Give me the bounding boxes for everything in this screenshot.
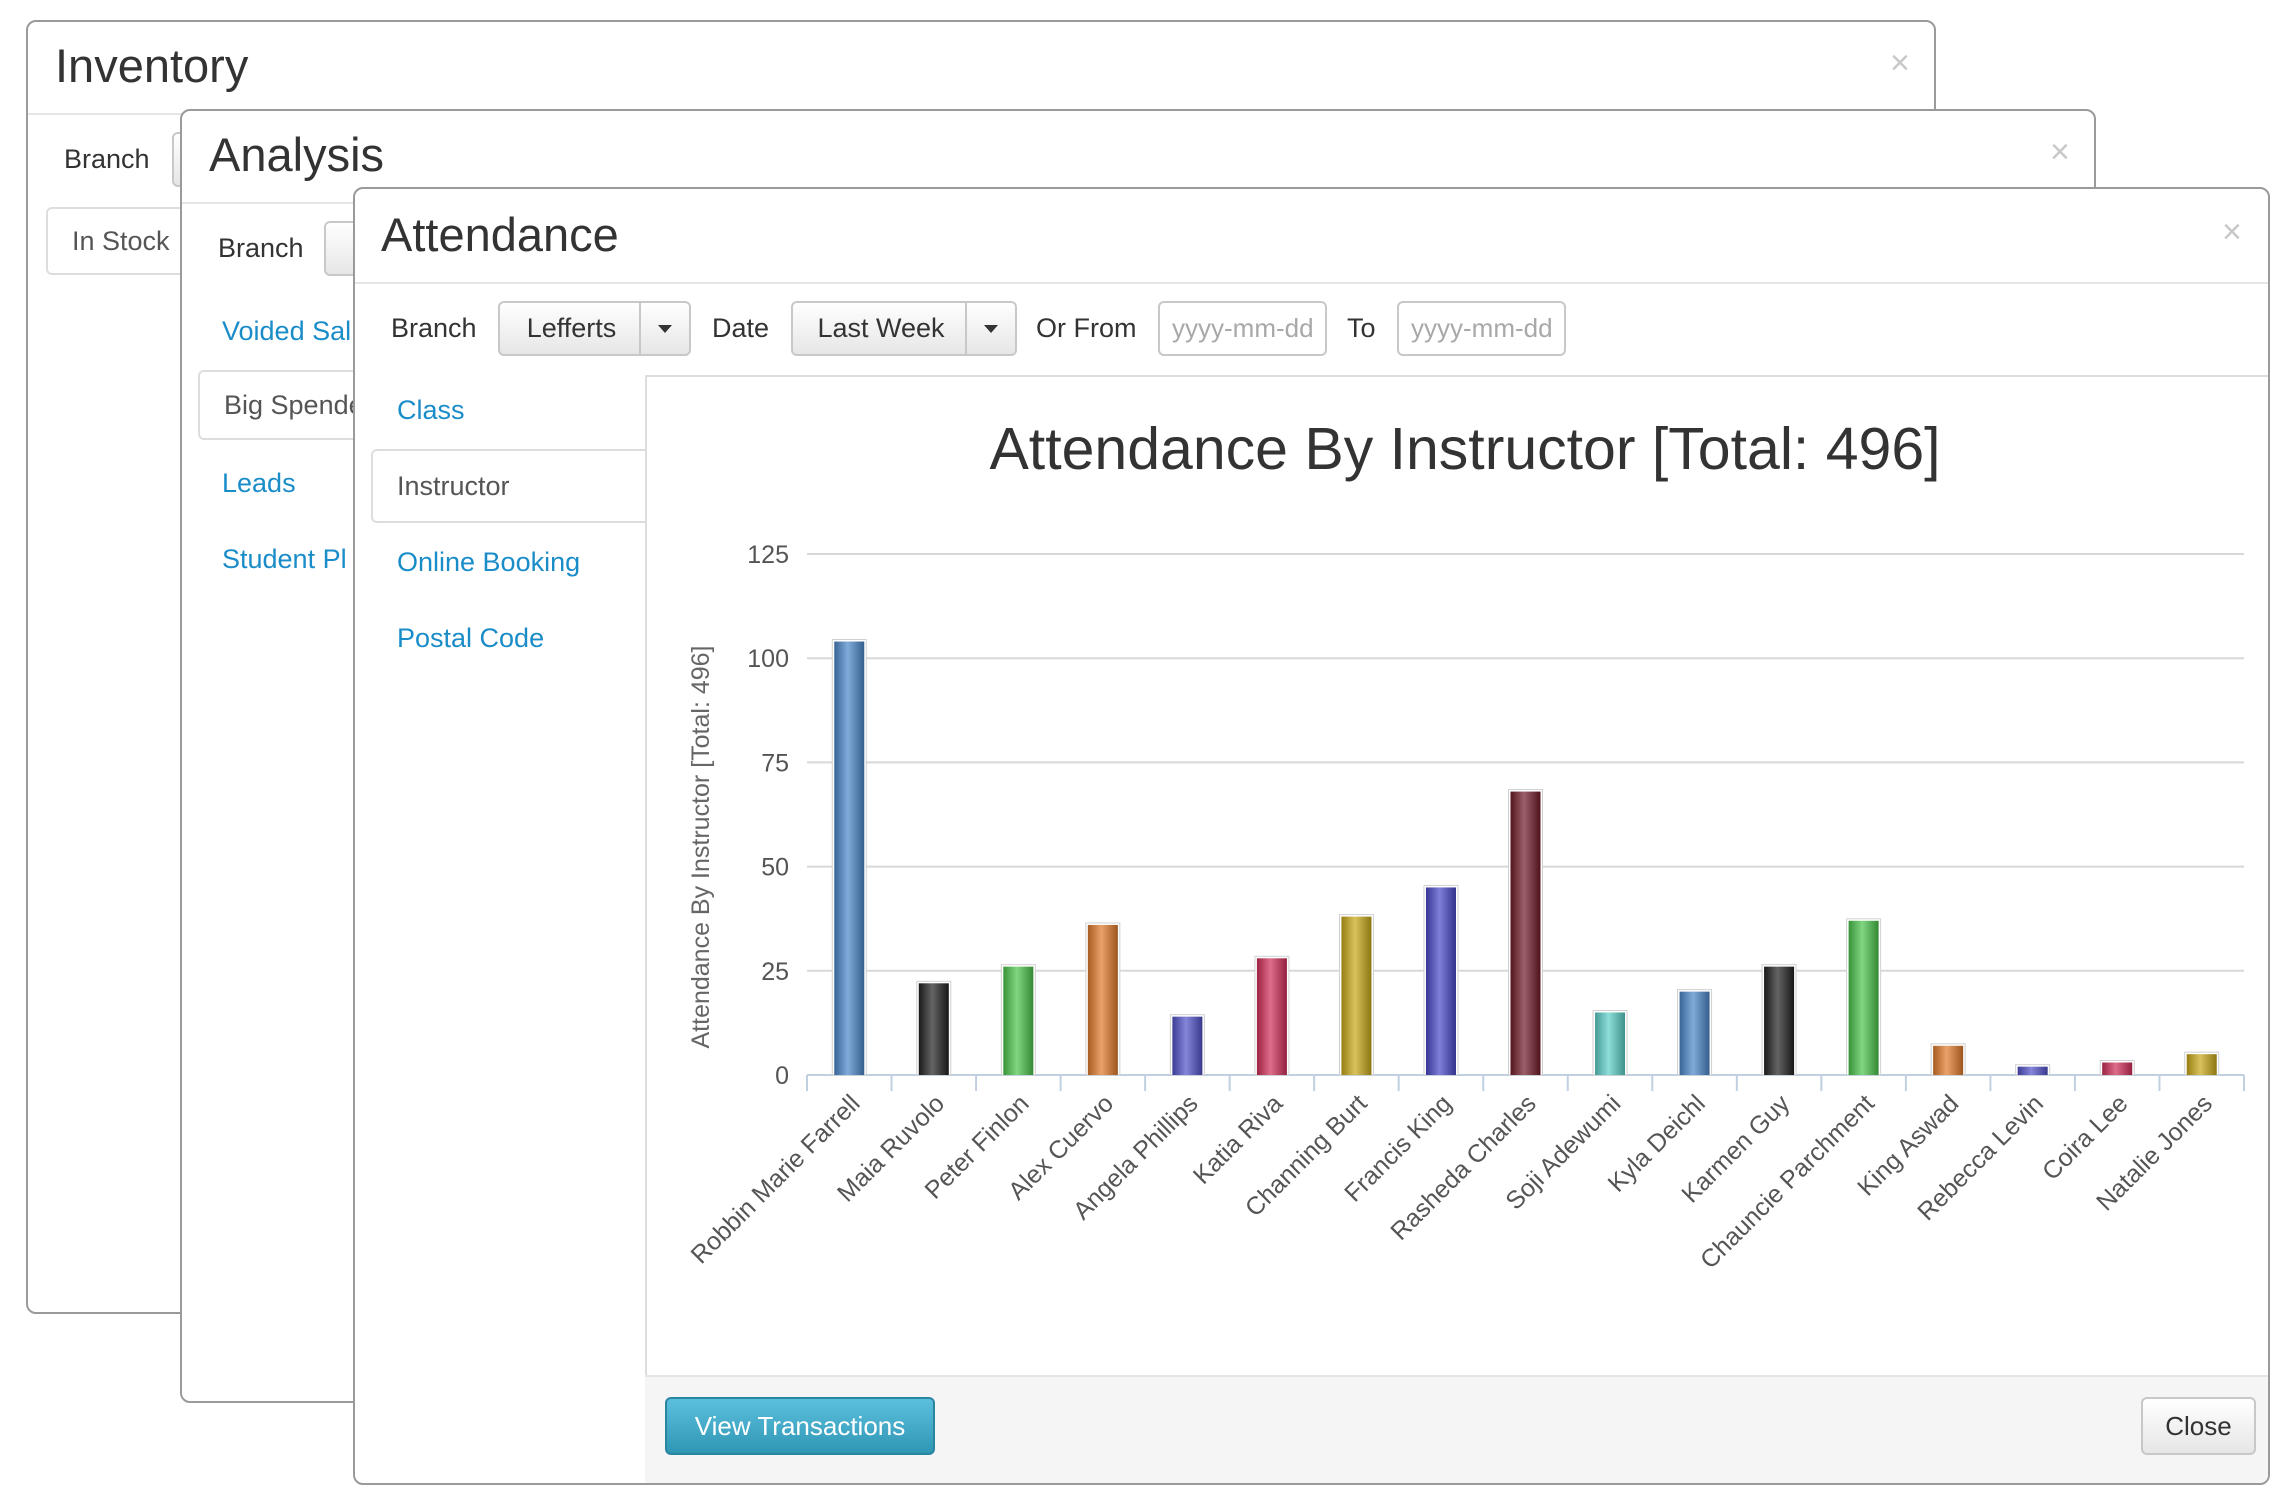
chart-panel: Attendance By Instructor [Total: 496] At… xyxy=(645,375,2268,1375)
to-date-input[interactable] xyxy=(1397,301,1566,356)
y-tick-label: 100 xyxy=(747,645,789,673)
x-tick-label: Robbin Marie Farrell xyxy=(686,1089,866,1269)
chart-title: Attendance By Instructor [Total: 496] xyxy=(989,416,1940,482)
attendance-close-icon[interactable]: × xyxy=(2222,213,2242,252)
bar[interactable] xyxy=(1595,1012,1626,1075)
bar[interactable] xyxy=(1172,1016,1203,1075)
close-button[interactable]: Close xyxy=(2141,1397,2256,1455)
analysis-tab-big-spenders[interactable]: Big Spende xyxy=(198,370,378,440)
attendance-chart: Attendance By Instructor [Total: 496] At… xyxy=(686,416,2245,1274)
attendance-modal-header: Attendance × xyxy=(355,189,2268,284)
y-tick-label: 25 xyxy=(761,958,789,986)
bar[interactable] xyxy=(1256,958,1287,1075)
chevron-down-icon xyxy=(984,324,998,333)
analysis-link-leads[interactable]: Leads xyxy=(222,468,296,499)
from-date-input[interactable] xyxy=(1158,301,1327,356)
analysis-title: Analysis xyxy=(209,128,385,181)
bar[interactable] xyxy=(918,983,949,1075)
sidebar-item-instructor[interactable]: Instructor xyxy=(371,449,647,523)
sidebar-item-online-booking[interactable]: Online Booking xyxy=(397,547,580,578)
inventory-branch-label: Branch xyxy=(64,144,150,174)
bar[interactable] xyxy=(1425,887,1456,1075)
analysis-link-student-plans[interactable]: Student Pl xyxy=(222,544,347,575)
analysis-link-voided-sales[interactable]: Voided Sal xyxy=(222,316,351,347)
branch-label: Branch xyxy=(391,313,477,343)
y-tick-label: 50 xyxy=(761,854,789,882)
date-dropdown-value: Last Week xyxy=(817,313,945,343)
to-label: To xyxy=(1347,313,1376,343)
bar[interactable] xyxy=(2017,1066,2048,1075)
branch-dropdown-caret[interactable] xyxy=(639,303,689,354)
bar[interactable] xyxy=(834,641,865,1075)
view-transactions-button[interactable]: View Transactions xyxy=(665,1397,935,1455)
y-tick-label: 75 xyxy=(761,749,789,777)
sidebar-item-instructor-label: Instructor xyxy=(397,470,510,501)
attendance-title: Attendance xyxy=(381,208,619,261)
sidebar-item-postal-code[interactable]: Postal Code xyxy=(397,623,544,654)
chart-y-axis-label: Attendance By Instructor [Total: 496] xyxy=(687,645,715,1048)
analysis-close-icon[interactable]: × xyxy=(2050,133,2070,172)
analysis-branch-label: Branch xyxy=(218,233,304,263)
or-from-label: Or From xyxy=(1036,313,1137,343)
bar[interactable] xyxy=(1087,924,1118,1075)
bar[interactable] xyxy=(1848,920,1879,1075)
branch-dropdown-value: Lefferts xyxy=(526,313,617,343)
modal-footer: View Transactions Close xyxy=(645,1375,2268,1483)
bar[interactable] xyxy=(2102,1062,2133,1075)
branch-dropdown[interactable]: Lefferts xyxy=(498,301,691,356)
bar[interactable] xyxy=(2186,1054,2217,1075)
analysis-tab-big-spenders-label: Big Spende xyxy=(224,389,364,420)
y-tick-label: 125 xyxy=(747,541,789,569)
y-tick-label: 0 xyxy=(775,1062,789,1090)
bar[interactable] xyxy=(1764,966,1795,1075)
sidebar-item-class[interactable]: Class xyxy=(397,395,465,426)
date-dropdown-caret[interactable] xyxy=(965,303,1015,354)
inventory-title: Inventory xyxy=(55,39,249,92)
x-tick-label: Rasheda Charles xyxy=(1385,1089,1541,1245)
bar[interactable] xyxy=(1341,916,1372,1075)
bar[interactable] xyxy=(1510,791,1541,1075)
date-dropdown[interactable]: Last Week xyxy=(791,301,1017,356)
bar[interactable] xyxy=(1933,1045,1964,1075)
bar[interactable] xyxy=(1003,966,1034,1075)
chevron-down-icon xyxy=(658,324,672,333)
date-label: Date xyxy=(712,313,770,343)
bar[interactable] xyxy=(1679,991,1710,1075)
inventory-close-icon[interactable]: × xyxy=(1890,44,1910,83)
inventory-tab-in-stock-label: In Stock xyxy=(72,225,170,256)
attendance-modal: Attendance × Branch Lefferts Date Last W… xyxy=(353,187,2270,1485)
inventory-modal-header: Inventory × xyxy=(28,22,1934,115)
